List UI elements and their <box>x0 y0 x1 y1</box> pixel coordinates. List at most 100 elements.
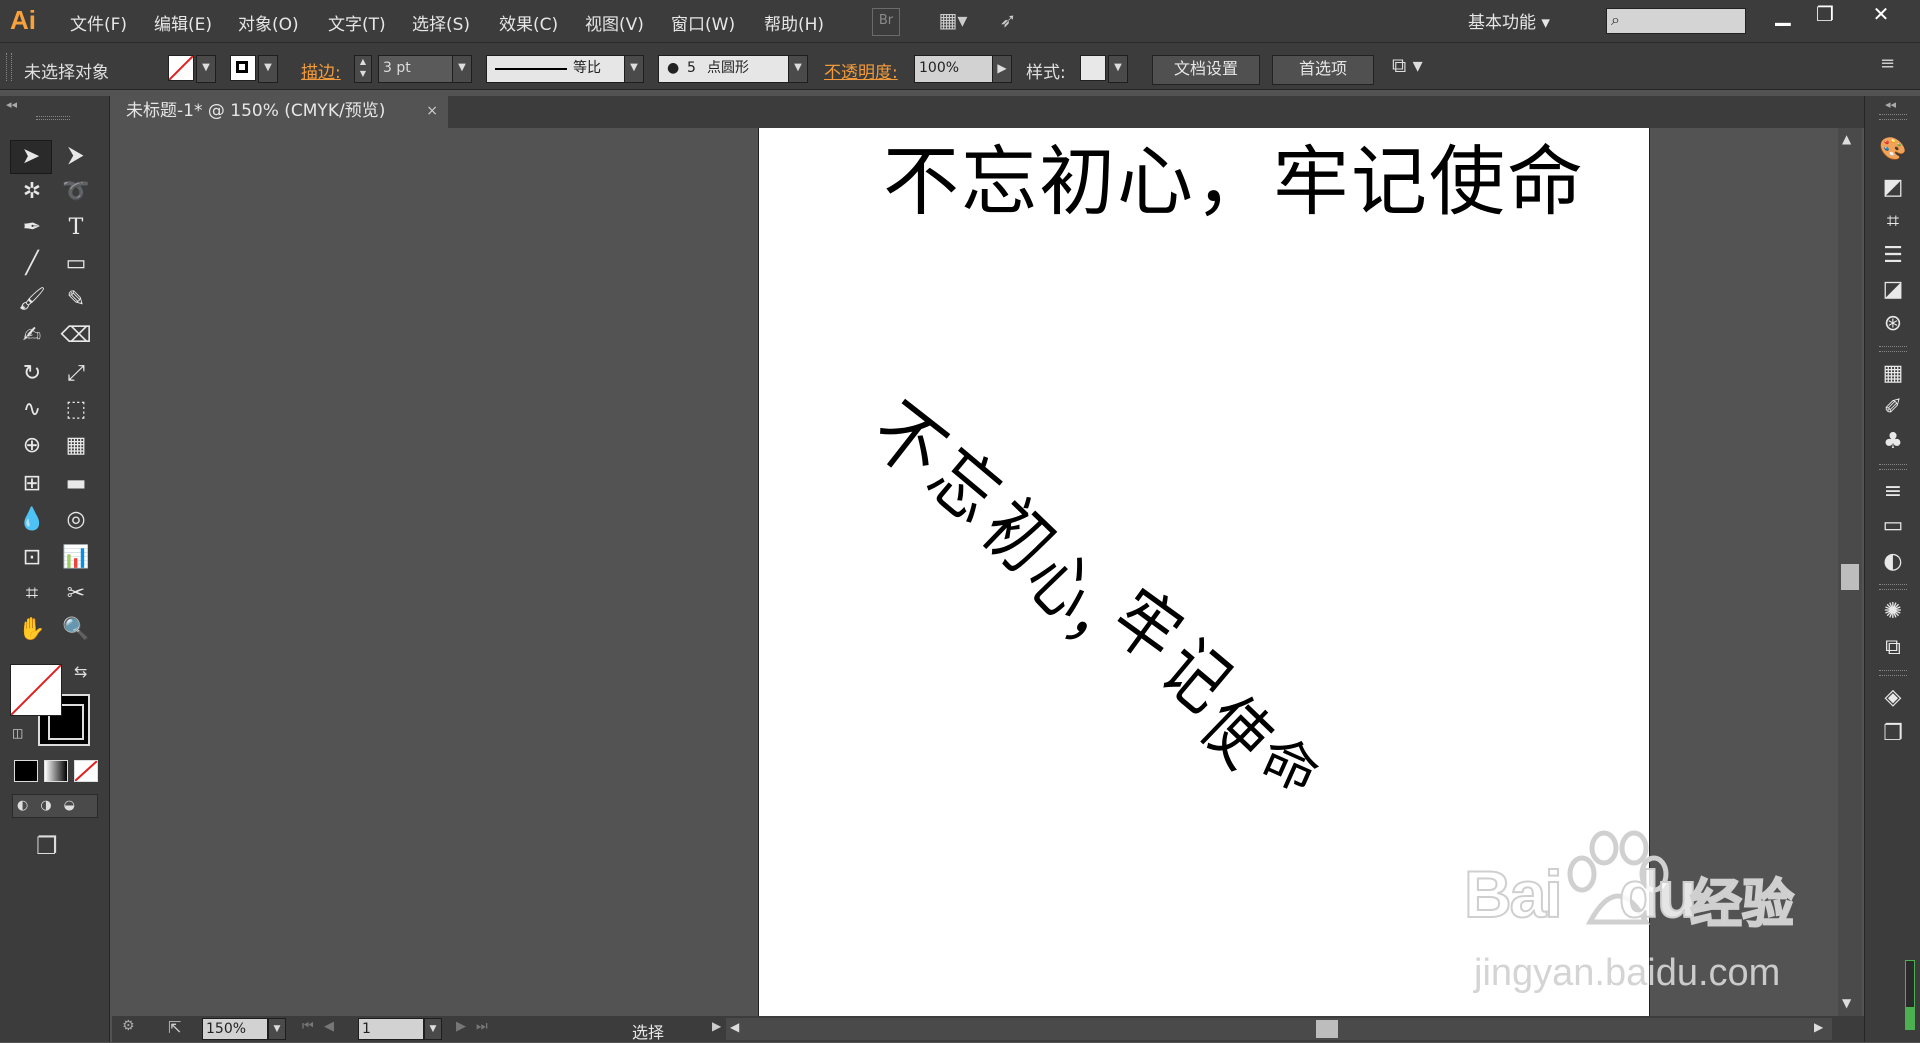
minimize-icon[interactable]: ▁ <box>1762 0 1804 30</box>
selection-tool-icon[interactable]: ➤ <box>10 140 52 174</box>
swatches-panel-icon[interactable]: ▦ <box>1879 360 1907 388</box>
grip-handle[interactable] <box>6 53 12 81</box>
gradient-mode-icon[interactable] <box>44 760 68 782</box>
next-artboard-icon[interactable]: ▶ <box>456 1019 466 1034</box>
rotate-tool-icon[interactable]: ↻ <box>12 358 52 390</box>
menu-object[interactable]: 对象(O) <box>238 10 299 35</box>
scroll-up-icon[interactable]: ▲ <box>1842 132 1851 146</box>
stroke-weight-field[interactable]: 3 pt <box>378 55 458 83</box>
grip-handle[interactable] <box>1879 584 1907 590</box>
lasso-tool-icon[interactable]: ➰ <box>56 176 96 208</box>
document-tab[interactable]: 未标题-1* @ 150% (CMYK/预览) × <box>112 96 448 128</box>
opacity-label[interactable]: 不透明度: <box>824 58 898 83</box>
tab-close-icon[interactable]: × <box>426 96 438 126</box>
symbols-panel-icon[interactable]: ♣ <box>1879 428 1907 456</box>
arrange-documents-icon[interactable]: ▦▾ <box>932 8 974 34</box>
stroke-panel-icon[interactable]: ≡ <box>1879 478 1907 506</box>
paintbrush-tool-icon[interactable]: 🖌 <box>12 284 52 316</box>
transform-panel-icon[interactable]: ⌗ <box>1879 208 1907 236</box>
menu-window[interactable]: 窗口(W) <box>671 10 735 35</box>
blend-tool-icon[interactable]: ◎ <box>56 504 96 536</box>
artboard-dropdown[interactable]: ▼ <box>424 1018 442 1040</box>
workspace-switcher[interactable]: 基本功能 ▾ <box>1468 8 1576 33</box>
appearance-panel-icon[interactable]: ✺ <box>1879 598 1907 626</box>
stroke-label[interactable]: 描边: <box>301 58 341 83</box>
search-input[interactable]: ⌕ <box>1606 8 1746 34</box>
scroll-right-icon[interactable]: ▶ <box>1814 1020 1823 1034</box>
scroll-down-icon[interactable]: ▼ <box>1842 996 1851 1010</box>
menu-view[interactable]: 视图(V) <box>585 10 644 35</box>
mesh-tool-icon[interactable]: ⊞ <box>12 468 52 500</box>
line-tool-icon[interactable]: ╱ <box>12 248 52 280</box>
grip-handle[interactable] <box>1879 670 1907 676</box>
vertical-scroll-thumb[interactable] <box>1841 564 1859 590</box>
previous-artboard-icon[interactable]: ◀ <box>324 1019 334 1034</box>
share-icon[interactable]: ⇱ <box>168 1018 181 1037</box>
graphic-styles-panel-icon[interactable]: ⧉ <box>1879 634 1907 662</box>
color-mode-icon[interactable] <box>14 760 38 782</box>
hand-tool-icon[interactable]: ✋ <box>12 614 52 646</box>
scroll-left-icon[interactable]: ◀ <box>730 1020 739 1034</box>
direct-selection-tool-icon[interactable]: ⮞ <box>56 140 96 172</box>
symbol-sprayer-tool-icon[interactable]: ⊡ <box>12 542 52 574</box>
warp-tool-icon[interactable]: ∿ <box>12 394 52 426</box>
menu-help[interactable]: 帮助(H) <box>764 10 824 35</box>
default-colors-icon[interactable]: ◫ <box>12 726 23 740</box>
pathfinder-panel-icon[interactable]: ◪ <box>1879 276 1907 304</box>
gradient-tool-icon[interactable]: ▬ <box>56 468 96 500</box>
align-panel-icon[interactable]: ☰ <box>1879 242 1907 270</box>
grip-handle[interactable] <box>1879 346 1907 352</box>
eyedropper-tool-icon[interactable]: 💧 <box>12 504 52 536</box>
drawing-modes-icon[interactable]: ◐◑◒ <box>12 794 98 818</box>
restore-icon[interactable]: ❐ <box>1804 0 1846 30</box>
horizontal-scrollbar[interactable]: ◀ ▶ <box>726 1018 1832 1040</box>
zoom-tool-icon[interactable]: 🔍 <box>56 614 96 646</box>
free-transform-tool-icon[interactable]: ⬚ <box>56 394 96 426</box>
expand-panels-icon[interactable]: ◂◂ <box>1885 98 1896 111</box>
rectangle-tool-icon[interactable]: ▭ <box>56 248 96 280</box>
none-mode-icon[interactable] <box>74 760 98 782</box>
column-graph-tool-icon[interactable]: 📊 <box>56 542 96 574</box>
pen-tool-icon[interactable]: ✒ <box>12 212 52 244</box>
stroke-weight-stepper[interactable]: ▲ ▼ <box>354 55 372 83</box>
color-guide-icon[interactable]: ◩ <box>1879 174 1907 202</box>
screen-mode-icon[interactable]: ❐ <box>36 832 58 860</box>
sync-icon[interactable]: ➶ <box>994 8 1022 34</box>
last-artboard-icon[interactable]: ⏭ <box>476 1019 488 1034</box>
stroke-dropdown[interactable]: ▼ <box>258 55 278 83</box>
grip-handle[interactable] <box>1879 114 1907 120</box>
layers-panel-icon[interactable]: ◈ <box>1879 684 1907 712</box>
document-setup-button[interactable]: 文档设置 <box>1152 55 1260 85</box>
pencil-tool-icon[interactable]: ✎ <box>56 284 96 316</box>
artboard-tool-icon[interactable]: ⌗ <box>12 578 52 610</box>
brushes-panel-icon[interactable]: ✐ <box>1879 394 1907 422</box>
color-panel-icon[interactable]: 🎨 <box>1879 136 1907 164</box>
variable-width-profile[interactable]: 等比 <box>486 55 630 83</box>
opacity-field[interactable]: 100% <box>914 55 998 83</box>
fill-color-box[interactable] <box>10 664 62 716</box>
arrange-icon[interactable]: ⧉ ▾ <box>1392 53 1423 77</box>
gradient-panel-icon[interactable]: ▭ <box>1879 512 1907 540</box>
artboard-number-field[interactable]: 1 <box>358 1018 424 1040</box>
stroke-weight-dropdown[interactable]: ▼ <box>452 55 472 83</box>
fill-swatch[interactable] <box>168 55 194 81</box>
scale-tool-icon[interactable]: ⤢ <box>56 358 96 390</box>
menu-effect[interactable]: 效果(C) <box>499 10 558 35</box>
first-artboard-icon[interactable]: ⏮ <box>302 1019 314 1034</box>
shape-builder-tool-icon[interactable]: ⊕ <box>12 430 52 462</box>
profile-dropdown[interactable]: ▼ <box>624 55 644 83</box>
transparency-panel-icon[interactable]: ◐ <box>1879 548 1907 576</box>
zoom-field[interactable]: 150% <box>202 1018 268 1040</box>
menu-file[interactable]: 文件(F) <box>70 10 127 35</box>
panel-menu-icon[interactable]: ≡ <box>1880 53 1895 74</box>
swap-fill-stroke-icon[interactable]: ⇆ <box>74 662 87 681</box>
grip-handle[interactable] <box>1879 464 1907 470</box>
blob-brush-tool-icon[interactable]: ✍ <box>12 320 52 352</box>
magic-wand-tool-icon[interactable]: ✲ <box>12 176 52 208</box>
style-dropdown[interactable]: ▼ <box>1108 55 1128 83</box>
heading-text[interactable]: 不忘初心，牢记使命 <box>883 128 1585 230</box>
slice-tool-icon[interactable]: ✂ <box>56 578 96 610</box>
artboards-panel-icon[interactable]: ❐ <box>1879 720 1907 748</box>
preferences-button[interactable]: 首选项 <box>1272 55 1374 85</box>
zoom-dropdown[interactable]: ▼ <box>268 1018 286 1040</box>
